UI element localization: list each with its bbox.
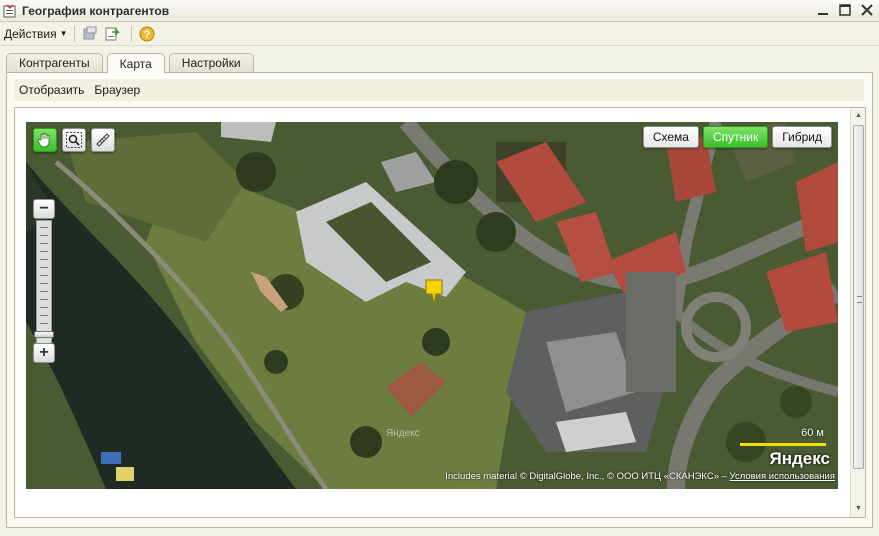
- tab-map[interactable]: Карта: [106, 53, 165, 73]
- plus-icon: +: [39, 344, 49, 361]
- map-pin-icon: [425, 279, 443, 305]
- browser-button[interactable]: Браузер: [94, 83, 140, 97]
- actions-menu[interactable]: Действия ▼: [4, 27, 68, 41]
- minus-icon: −: [39, 200, 49, 217]
- chevron-down-icon: ▼: [59, 29, 68, 38]
- satellite-layer-button[interactable]: Спутник: [702, 126, 769, 148]
- terms-of-use-link[interactable]: Условия использования: [730, 471, 835, 482]
- map-command-bar: Отобразить Браузер: [14, 79, 864, 101]
- satellite-map[interactable]: Схема Спутник Гибрид − + Яндекс 60 м Янд…: [26, 122, 838, 489]
- scheme-layer-button[interactable]: Схема: [642, 126, 699, 148]
- ruler-tool-button[interactable]: [91, 128, 115, 152]
- help-icon[interactable]: ?: [138, 25, 156, 43]
- vertical-scrollbar[interactable]: ▲ ▼: [850, 108, 865, 517]
- scale-line: [740, 443, 826, 446]
- map-type-switcher: Схема Спутник Гибрид: [642, 126, 832, 148]
- zoom-in-button[interactable]: +: [33, 343, 55, 363]
- maximize-button[interactable]: [837, 2, 853, 18]
- toolbar-separator: [130, 25, 132, 42]
- export-icon[interactable]: [103, 25, 121, 43]
- zoom-out-button[interactable]: −: [33, 199, 55, 219]
- drag-tool-button[interactable]: [33, 128, 57, 152]
- form-icon: [3, 3, 17, 18]
- zoom-slider-handle[interactable]: [34, 331, 54, 338]
- close-button[interactable]: [859, 2, 875, 18]
- ruler-icon: [96, 133, 110, 147]
- move-icon[interactable]: [81, 25, 99, 43]
- zoom-slider-track[interactable]: [36, 220, 52, 346]
- map-tab-panel: Отобразить Браузер Схема Спутник Гибрид …: [6, 72, 873, 528]
- html-browser-field: Схема Спутник Гибрид − + Яндекс 60 м Янд…: [14, 107, 866, 518]
- window-title: География контрагентов: [22, 3, 170, 18]
- zoom-control: − +: [33, 199, 55, 365]
- toolbar-separator: [73, 25, 75, 42]
- minimize-button[interactable]: [815, 2, 831, 18]
- toolbar: Действия ▼ ?: [0, 22, 879, 46]
- title-bar: География контрагентов: [0, 0, 879, 22]
- tab-settings[interactable]: Настройки: [168, 53, 254, 72]
- yandex-logo: Яндекс: [769, 449, 830, 468]
- show-button[interactable]: Отобразить: [19, 83, 84, 97]
- scroll-down-button[interactable]: ▼: [851, 501, 866, 515]
- actions-label: Действия: [4, 26, 57, 41]
- zoom-area-tool-button[interactable]: [62, 128, 86, 152]
- svg-text:?: ?: [143, 29, 150, 41]
- scrollbar-thumb[interactable]: [853, 125, 864, 469]
- tab-counterparties[interactable]: Контрагенты: [6, 53, 103, 72]
- location-marker[interactable]: [424, 278, 444, 306]
- tab-strip: Контрагенты Карта Настройки: [6, 53, 258, 73]
- hybrid-layer-button[interactable]: Гибрид: [772, 126, 832, 148]
- zoom-rect-icon: [66, 132, 82, 148]
- hand-icon: [37, 132, 50, 148]
- map-copyright: Includes material © DigitalGlobe, Inc., …: [445, 471, 835, 482]
- scroll-up-button[interactable]: ▲: [851, 108, 866, 122]
- scale-label: 60 м: [801, 427, 824, 439]
- map-watermark: Яндекс: [386, 428, 420, 439]
- copyright-text: Includes material © DigitalGlobe, Inc., …: [445, 471, 727, 482]
